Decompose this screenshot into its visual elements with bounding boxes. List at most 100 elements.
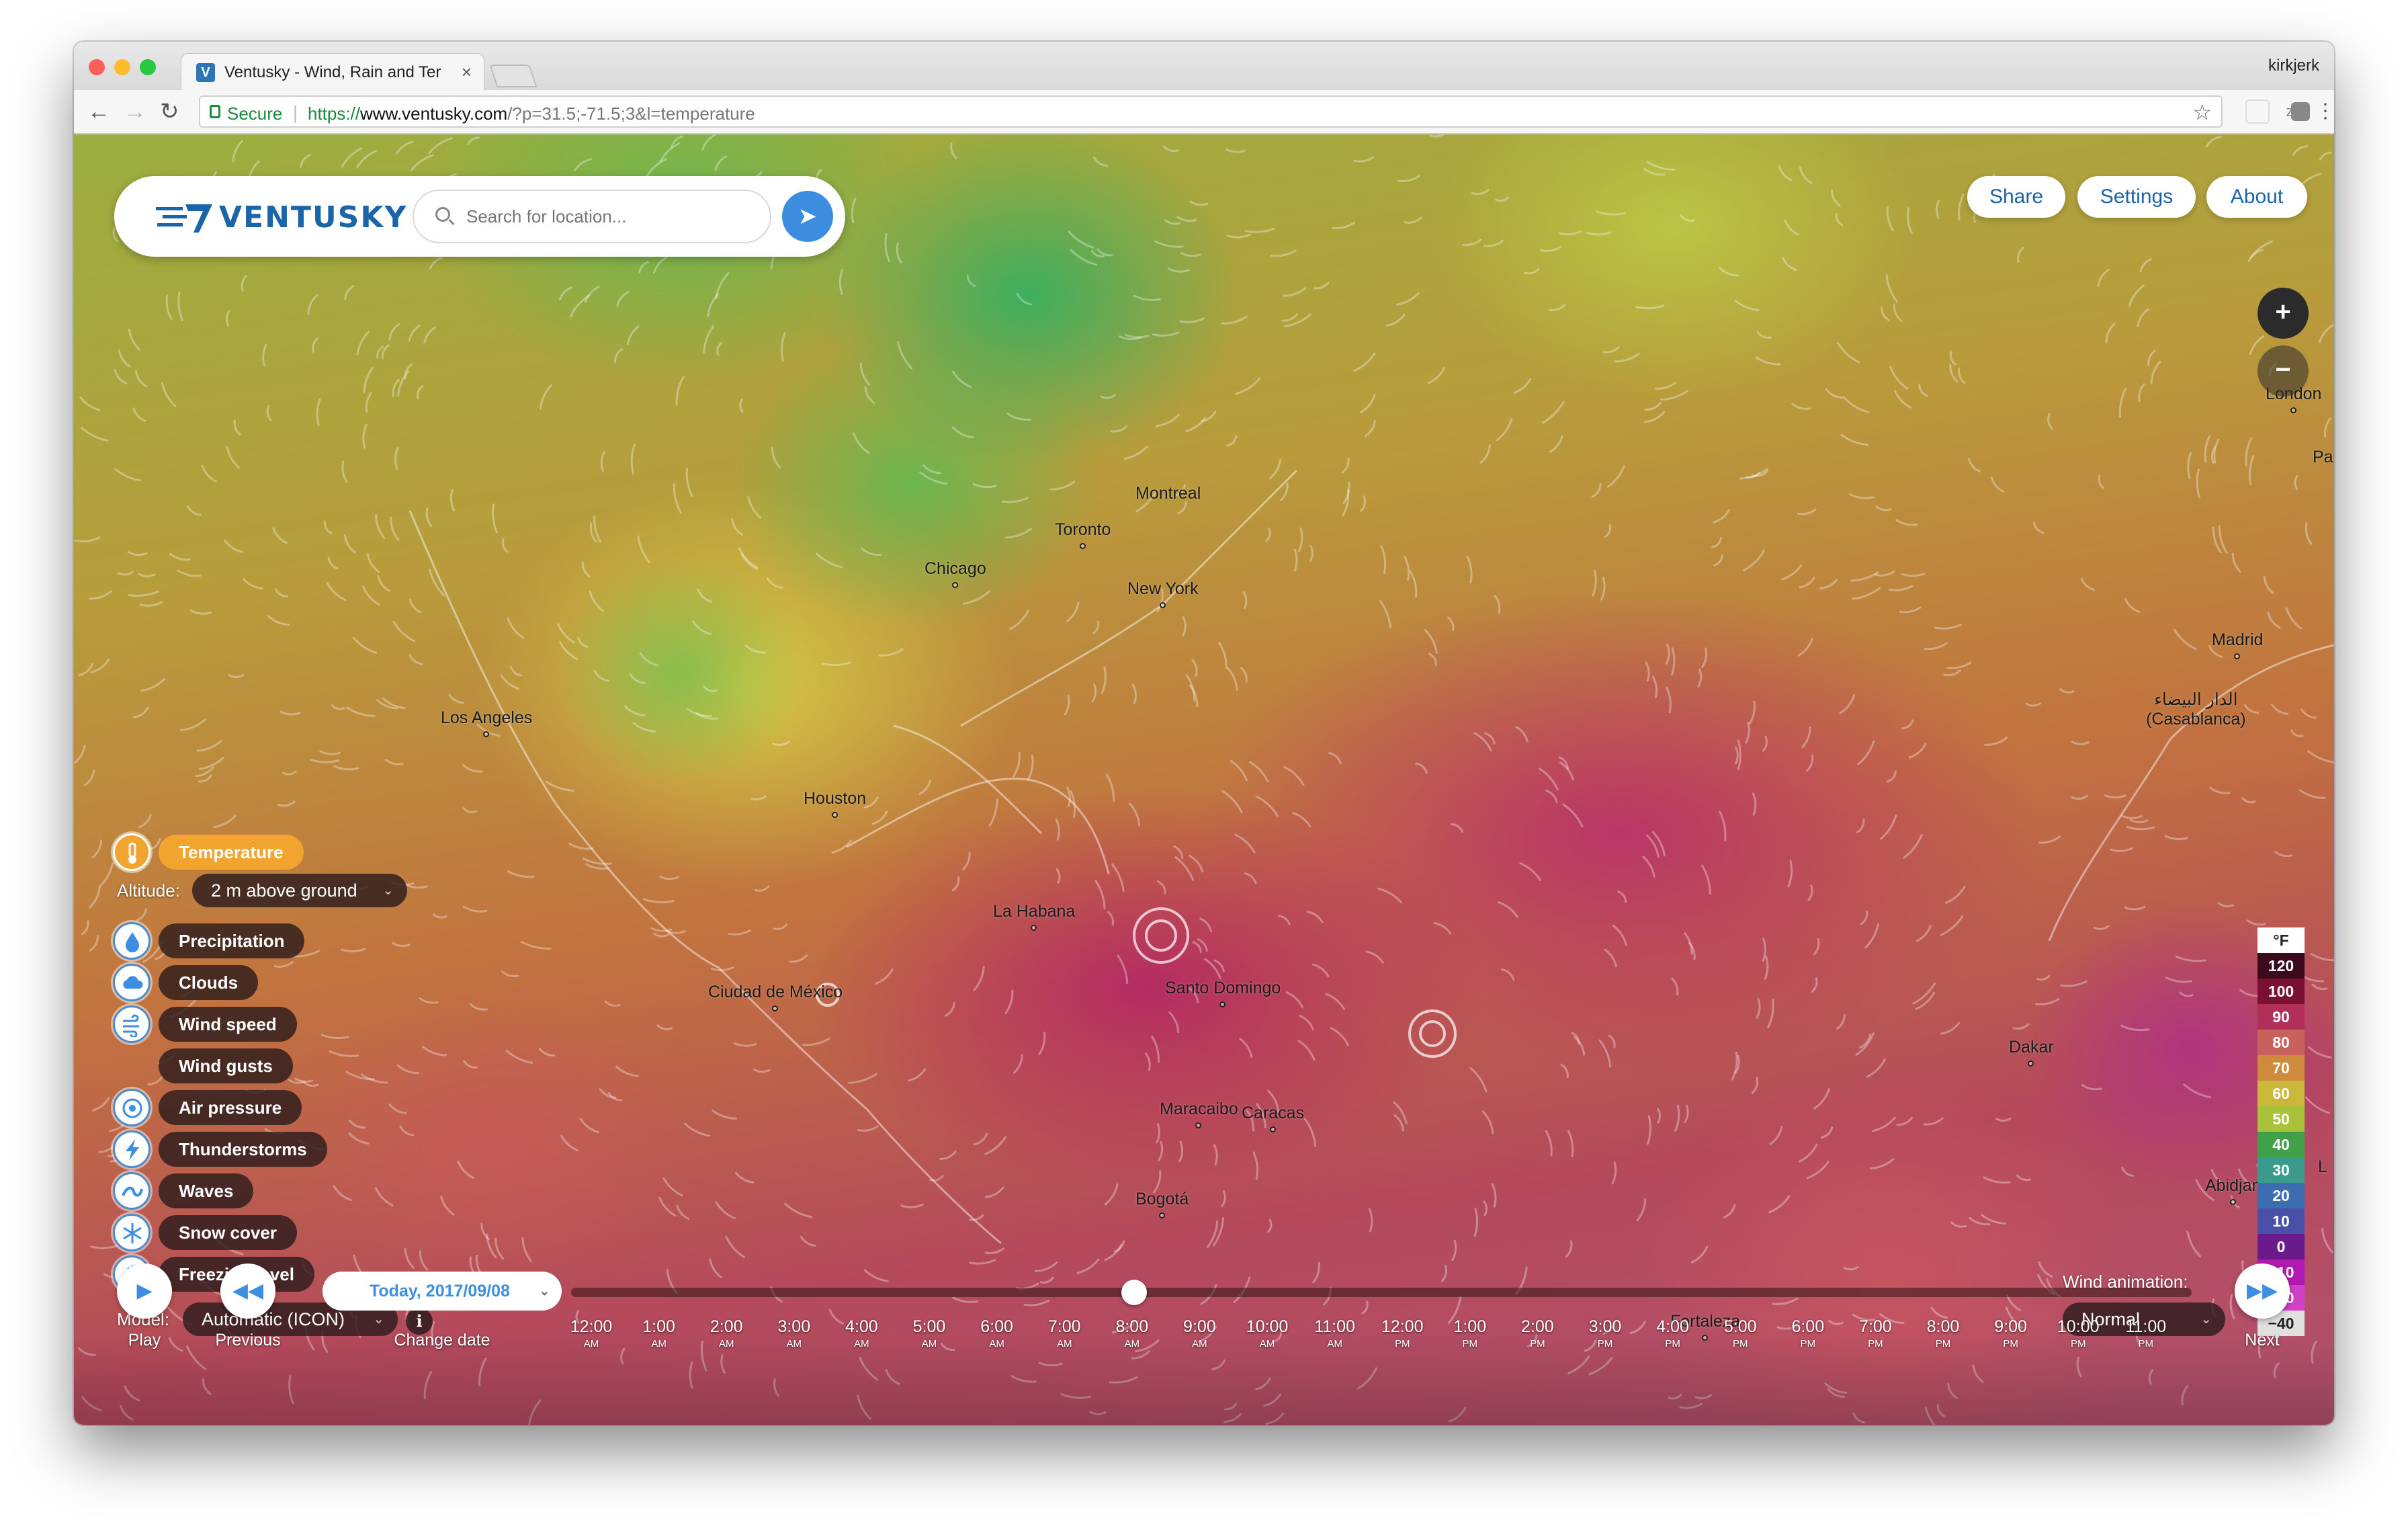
wave-icon[interactable] — [113, 1172, 150, 1210]
wind-streak — [771, 741, 790, 746]
timeline-tick[interactable]: 12:00 PM — [1372, 1317, 1432, 1350]
raindrop-icon[interactable] — [113, 922, 150, 960]
timeline-tick[interactable]: 8:00 AM — [1102, 1317, 1162, 1350]
layer-wind-speed[interactable]: Wind speed — [159, 1007, 297, 1042]
city-label[interactable]: Toronto — [1055, 520, 1111, 549]
timeline-tick[interactable]: 11:00 PM — [2116, 1317, 2176, 1350]
pressure-gauge-icon[interactable] — [113, 1089, 150, 1126]
timeline-tick[interactable]: 10:00 AM — [1237, 1317, 1297, 1350]
wind-streak — [388, 1103, 407, 1114]
city-label[interactable]: Caracas — [1242, 1104, 1304, 1132]
wind-streak — [687, 708, 712, 717]
layer-temperature[interactable]: Temperature — [159, 835, 304, 870]
timeline-tick[interactable]: 6:00 AM — [967, 1317, 1027, 1350]
wind-icon[interactable] — [113, 1005, 150, 1043]
city-label[interactable]: Ciudad de México — [708, 983, 843, 1011]
share-button[interactable]: Share — [1967, 176, 2065, 218]
city-label[interactable]: Bogotá — [1135, 1190, 1189, 1218]
wind-streak — [1791, 403, 1811, 410]
city-label[interactable]: Pa — [2313, 448, 2333, 467]
maximize-window-button[interactable] — [140, 59, 156, 75]
cloud-icon[interactable] — [113, 964, 150, 1001]
timeline-tick[interactable]: 4:00 PM — [1643, 1317, 1703, 1350]
city-label[interactable]: Santo Domingo — [1165, 979, 1281, 1007]
wind-streak — [1496, 418, 1513, 442]
browser-menu-icon[interactable]: ⋮ — [2315, 98, 2334, 125]
altitude-select[interactable]: 2 m above ground ⌄ — [192, 874, 407, 907]
wind-streak — [1481, 1110, 1494, 1134]
timeline-tick[interactable]: 5:00 PM — [1710, 1317, 1770, 1350]
timeline-tick[interactable]: 1:00 AM — [629, 1317, 689, 1350]
layer-clouds[interactable]: Clouds — [159, 965, 259, 1000]
about-button[interactable]: About — [2206, 176, 2307, 218]
timeline-track[interactable] — [571, 1288, 2192, 1297]
wind-streak — [505, 1049, 533, 1064]
city-label[interactable]: La Habana — [993, 902, 1075, 931]
bookmark-star-icon[interactable]: ☆ — [2192, 99, 2212, 125]
city-label[interactable]: New York — [1127, 579, 1199, 608]
timeline-tick[interactable]: 3:00 AM — [764, 1317, 824, 1350]
timeline-tick[interactable]: 2:00 AM — [696, 1317, 757, 1350]
play-button[interactable]: ▶ — [117, 1264, 172, 1319]
city-label[interactable]: Abidjan — [2205, 1176, 2261, 1205]
timeline-tick[interactable]: 1:00 PM — [1440, 1317, 1500, 1350]
next-button[interactable]: ▶▶ — [2235, 1264, 2290, 1319]
zoom-out-button[interactable]: − — [2258, 345, 2309, 397]
layer-precipitation[interactable]: Precipitation — [159, 923, 305, 958]
timeline-tick[interactable]: 10:00 PM — [2048, 1317, 2108, 1350]
layer-snow-cover[interactable]: Snow cover — [159, 1215, 297, 1250]
timeline-tick[interactable]: 3:00 PM — [1575, 1317, 1635, 1350]
my-location-button[interactable]: ➤ — [782, 191, 833, 242]
timeline-tick[interactable]: 5:00 AM — [899, 1317, 959, 1350]
browser-tab[interactable]: V Ventusky - Wind, Rain and Ter × — [181, 54, 484, 90]
city-label[interactable]: Los Angeles — [441, 708, 532, 737]
address-bar[interactable]: Secure | https://www.ventusky.com/?p=31.… — [199, 95, 2223, 128]
wind-streak — [140, 678, 166, 692]
city-label[interactable]: Montreal — [1135, 484, 1201, 503]
layer-waves[interactable]: Waves — [159, 1173, 254, 1208]
tab-close-icon[interactable]: × — [462, 62, 472, 83]
forward-arrow-icon[interactable]: → — [124, 98, 146, 125]
minimize-window-button[interactable] — [114, 59, 130, 75]
city-label[interactable]: Madrid — [2212, 630, 2263, 659]
previous-button[interactable]: ◀◀ — [220, 1264, 275, 1319]
timeline-tick[interactable]: 2:00 PM — [1507, 1317, 1567, 1350]
wind-streak — [715, 1201, 736, 1220]
layer-air-pressure[interactable]: Air pressure — [159, 1090, 302, 1125]
reload-icon[interactable]: ↻ — [160, 98, 179, 125]
extension-square-icon[interactable] — [2291, 102, 2310, 121]
timeline-tick[interactable]: 11:00 AM — [1305, 1317, 1365, 1350]
city-label[interactable]: Maracaibo — [1160, 1100, 1238, 1128]
new-tab-button[interactable] — [489, 65, 538, 87]
extension-icon[interactable] — [2245, 99, 2270, 124]
timeline-tick[interactable]: 9:00 AM — [1169, 1317, 1230, 1350]
legend-step: 90 — [2258, 1004, 2305, 1030]
timeline-tick[interactable]: 7:00 AM — [1034, 1317, 1094, 1350]
weather-map[interactable]: Montreal Toronto Chicago New York Los An… — [74, 134, 2334, 1425]
thermometer-icon[interactable] — [113, 833, 150, 871]
wind-streak — [559, 286, 573, 301]
snowflake-icon[interactable] — [113, 1214, 150, 1251]
timeline-handle[interactable] — [1121, 1280, 1148, 1305]
timeline-tick[interactable]: 4:00 AM — [831, 1317, 892, 1350]
layer-thunderstorms[interactable]: Thunderstorms — [159, 1132, 327, 1167]
profile-name[interactable]: kirkjerk — [2268, 56, 2319, 75]
city-label[interactable]: Houston — [804, 789, 866, 818]
change-date-button[interactable]: Today, 2017/09/08 ⌄ — [322, 1272, 562, 1311]
close-window-button[interactable] — [89, 59, 105, 75]
timeline-tick[interactable]: 6:00 PM — [1778, 1317, 1838, 1350]
location-search-input[interactable] — [413, 190, 771, 243]
zoom-in-button[interactable]: + — [2258, 288, 2309, 339]
city-label[interactable]: الدار البيضاء (Casablanca) — [2146, 690, 2246, 729]
timeline-tick[interactable]: 8:00 PM — [1913, 1317, 1973, 1350]
back-arrow-icon[interactable]: ← — [87, 98, 110, 125]
timeline-tick[interactable]: 7:00 PM — [1845, 1317, 1905, 1350]
settings-button[interactable]: Settings — [2077, 176, 2196, 218]
lightning-icon[interactable] — [113, 1130, 150, 1168]
timeline-tick[interactable]: 12:00 AM — [561, 1317, 621, 1350]
layer-wind-gusts[interactable]: Wind gusts — [159, 1048, 293, 1083]
city-label[interactable]: Dakar — [2009, 1038, 2054, 1067]
city-label[interactable]: L — [2318, 1157, 2327, 1177]
timeline-tick[interactable]: 9:00 PM — [1981, 1317, 2041, 1350]
city-label[interactable]: Chicago — [924, 559, 986, 588]
